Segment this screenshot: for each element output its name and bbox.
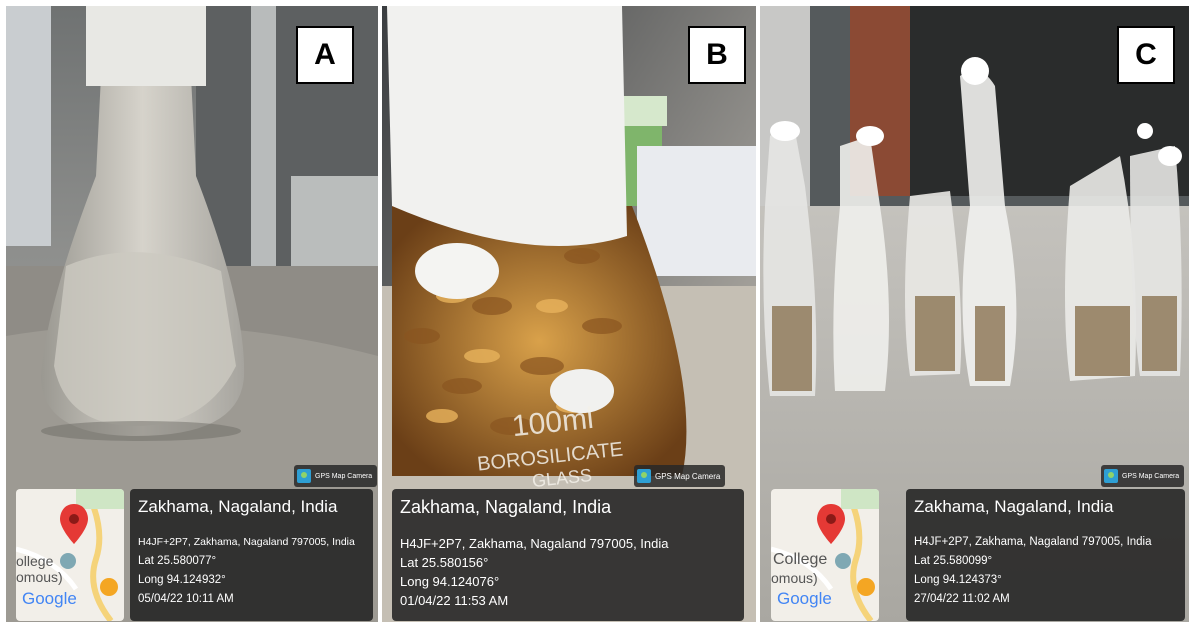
map-place-label-2: omous) [771,570,818,586]
longitude: Long 94.124373° [914,574,1002,586]
datetime: 27/04/22 11:02 AM [914,593,1010,605]
gps-map-camera-badge: GPS Map Camera [634,465,726,487]
google-logo: Google [22,589,77,608]
college-marker-icon [835,553,851,569]
photo-panel-c: C GPS Map Camera College omous) Google Z… [760,6,1189,622]
map-thumbnail: ollege omous) Google [16,489,124,621]
map-thumbnail: College omous) Google [771,489,879,621]
location-title: Zakhama, Nagaland, India [914,497,1114,516]
photo-panel-a: A GPS Map Camera ollege omous) Google Za… [6,6,378,622]
map-place-label: ollege omous) [16,553,63,585]
photo-panel-b: 100ml BOROSILICATE GLASS B GPS Map Camer… [382,6,756,622]
datetime: 05/04/22 10:11 AM [138,593,234,605]
panel-letter-a: A [296,26,354,84]
location-title: Zakhama, Nagaland, India [138,497,338,516]
latitude: Lat 25.580099° [914,555,993,567]
location-title: Zakhama, Nagaland, India [400,497,612,517]
gps-camera-icon [297,469,311,483]
gps-badge-label: GPS Map Camera [655,471,721,481]
gps-info-box: Zakhama, Nagaland, India H4JF+2P7, Zakha… [392,489,744,621]
address-line: H4JF+2P7, Zakhama, Nagaland 797005, Indi… [400,536,669,551]
gps-camera-icon [637,469,651,483]
longitude: Long 94.124076° [400,574,500,589]
latitude: Lat 25.580077° [138,555,217,567]
gps-map-camera-badge: GPS Map Camera [294,465,378,487]
panel-letter-b: B [688,26,746,84]
latitude: Lat 25.580156° [400,555,489,570]
datetime: 01/04/22 11:53 AM [400,593,509,608]
gps-badge-label: GPS Map Camera [1122,472,1180,480]
panel-letter-c: C [1117,26,1175,84]
gps-badge-label: GPS Map Camera [315,472,373,480]
restaurant-icon [100,578,118,596]
gps-info-box: Zakhama, Nagaland, India H4JF+2P7, Zakha… [130,489,373,621]
gps-camera-icon [1104,469,1118,483]
address-line: H4JF+2P7, Zakhama, Nagaland 797005, Indi… [914,536,1152,548]
restaurant-icon [857,578,875,596]
gps-map-camera-badge: GPS Map Camera [1101,465,1185,487]
map-place-label-1: College [773,551,828,568]
gps-info-box: Zakhama, Nagaland, India H4JF+2P7, Zakha… [906,489,1185,621]
address-line: H4JF+2P7, Zakhama, Nagaland 797005, Indi… [138,536,355,548]
google-logo: Google [777,589,832,608]
longitude: Long 94.124932° [138,574,226,586]
